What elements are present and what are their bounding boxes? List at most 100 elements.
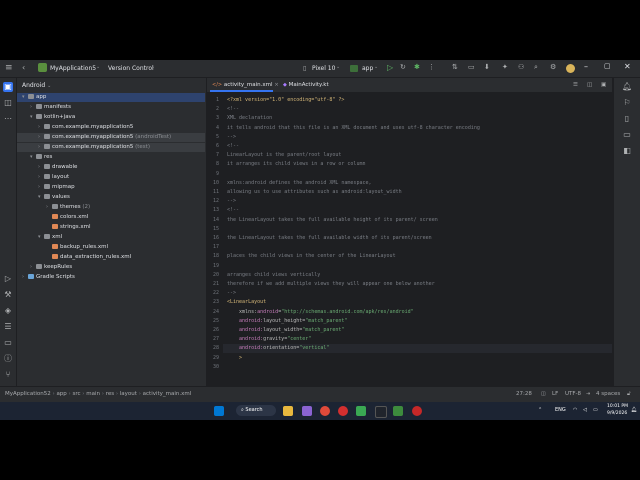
- close-tab-icon[interactable]: ×: [274, 82, 279, 88]
- settings-icon[interactable]: ⚙: [550, 63, 556, 71]
- breadcrumb-item[interactable]: app: [56, 391, 66, 397]
- code-line[interactable]: XML declaration: [227, 115, 272, 121]
- code-line[interactable]: the LinearLayout takes the full availabl…: [227, 235, 432, 241]
- android-studio-icon[interactable]: [393, 406, 403, 416]
- code-line[interactable]: android:layout_width="match_parent": [227, 327, 344, 333]
- main-menu-icon[interactable]: ≡: [5, 63, 13, 73]
- run-icon[interactable]: ▷: [387, 63, 393, 72]
- tray-chevron-icon[interactable]: ⌃: [538, 407, 542, 413]
- back-icon[interactable]: ‹: [22, 63, 25, 72]
- breadcrumb-item[interactable]: layout: [120, 391, 137, 397]
- breadcrumb-item[interactable]: src: [73, 391, 81, 397]
- tree-item[interactable]: › manifests: [17, 103, 205, 112]
- project-name[interactable]: MyApplication5: [50, 65, 96, 72]
- code-line[interactable]: the LinearLayout takes the full availabl…: [227, 217, 438, 223]
- device-manager-icon[interactable]: ▯: [622, 114, 632, 124]
- code-line[interactable]: <!--: [227, 143, 239, 149]
- run-tool-icon[interactable]: ▷: [3, 274, 13, 284]
- caret-position[interactable]: 27:28: [516, 391, 532, 397]
- code-line[interactable]: <!--: [227, 106, 239, 112]
- code-line[interactable]: xmlns:android="http://schemas.android.co…: [227, 309, 414, 315]
- code-view-icon[interactable]: ☰: [573, 82, 578, 88]
- project-tool-icon[interactable]: ▣: [3, 82, 13, 92]
- split-view-icon[interactable]: ◫: [587, 82, 592, 88]
- file-explorer-icon[interactable]: [283, 406, 293, 416]
- device-manager-icon[interactable]: ▭: [468, 63, 475, 71]
- tree-item[interactable]: › com.example.myapplication5 (androidTest…: [17, 133, 205, 142]
- logcat-icon[interactable]: ☰: [3, 322, 13, 332]
- code-line[interactable]: >: [227, 355, 242, 361]
- code-line[interactable]: allowing us to use attributes such as an…: [227, 189, 402, 195]
- close-icon[interactable]: ✕: [624, 62, 631, 71]
- indent-setting[interactable]: 4 spaces: [596, 391, 620, 397]
- code-line[interactable]: -->: [227, 134, 236, 140]
- battery-icon[interactable]: ▭: [593, 407, 598, 413]
- code-line[interactable]: android:layout_height="match_parent": [227, 318, 347, 324]
- jetbrains-icon[interactable]: [375, 406, 387, 418]
- tree-item[interactable]: › themes (2): [17, 203, 205, 212]
- code-line[interactable]: therefore if we add multiple views they …: [227, 281, 435, 287]
- layout-inspector-icon[interactable]: ◧: [622, 146, 632, 156]
- lock-icon[interactable]: 🔓︎: [627, 391, 631, 398]
- running-devices-icon[interactable]: ▭: [622, 130, 632, 140]
- tree-item[interactable]: ▾ xml: [17, 233, 205, 242]
- tree-item[interactable]: strings.xml: [17, 223, 205, 232]
- code-line[interactable]: <LinearLayout: [227, 299, 266, 305]
- tree-item[interactable]: › mipmap: [17, 183, 205, 192]
- code-line[interactable]: <!--: [227, 207, 239, 213]
- breadcrumb-item[interactable]: res: [106, 391, 114, 397]
- search-icon[interactable]: ⌕: [534, 63, 538, 72]
- breadcrumb-item[interactable]: MyApplication52: [5, 391, 51, 397]
- volume-icon[interactable]: ◁: [583, 407, 587, 413]
- taskbar-app-icon[interactable]: [356, 406, 366, 416]
- tab-activity-main-xml[interactable]: </> activity_main.xml ×: [212, 82, 279, 88]
- tree-item[interactable]: › keepRules: [17, 263, 205, 272]
- line-separator[interactable]: LF: [552, 391, 558, 397]
- tree-item[interactable]: data_extraction_rules.xml: [17, 253, 205, 262]
- maximize-icon[interactable]: ▢: [604, 62, 611, 70]
- run-config-selector[interactable]: app: [362, 65, 373, 72]
- build-icon[interactable]: ⚒: [3, 290, 13, 300]
- tree-item[interactable]: colors.xml: [17, 213, 205, 222]
- terminal-icon[interactable]: ▭: [3, 338, 13, 348]
- code-line[interactable]: xmlns:android defines the android XML na…: [227, 180, 372, 186]
- breadcrumb-item[interactable]: activity_main.xml: [143, 391, 192, 397]
- wifi-icon[interactable]: ◠: [573, 407, 577, 413]
- more-actions-icon[interactable]: ⋮: [428, 63, 435, 71]
- clock-time[interactable]: 10:01 PM: [607, 404, 628, 409]
- chrome-icon[interactable]: [320, 406, 330, 416]
- notifications-icon[interactable]: 🔔︎: [622, 82, 632, 92]
- version-control-menu[interactable]: Version Control: [108, 65, 154, 72]
- opera-icon[interactable]: [338, 406, 348, 416]
- user-avatar[interactable]: [566, 64, 575, 73]
- resource-manager-icon[interactable]: ◫: [3, 98, 13, 108]
- tab-main-activity-kt[interactable]: ◆ MainActivity.kt: [283, 82, 329, 88]
- tree-item[interactable]: backup_rules.xml: [17, 243, 205, 252]
- file-encoding[interactable]: UTF-8: [565, 391, 581, 397]
- code-line[interactable]: -->: [227, 198, 236, 204]
- code-line[interactable]: android:orientation="vertical": [227, 345, 329, 351]
- version-control-icon[interactable]: ⑂: [3, 370, 13, 380]
- code-line[interactable]: <?xml version="1.0" encoding="utf-8" ?>: [227, 97, 344, 103]
- tree-item[interactable]: › com.example.myapplication5 (test): [17, 143, 205, 152]
- start-icon[interactable]: [214, 406, 224, 416]
- more-tools-icon[interactable]: ⋯: [3, 114, 13, 124]
- clock-date[interactable]: 9/9/2026: [607, 411, 627, 416]
- device-selector[interactable]: Pixel 10: [312, 65, 335, 72]
- language-indicator[interactable]: ENG: [555, 407, 566, 413]
- code-line[interactable]: LinearLayout is the parent/root layout: [227, 152, 341, 158]
- code-line[interactable]: it tells android that this file is an XM…: [227, 125, 480, 131]
- debug-icon[interactable]: ✱: [414, 63, 420, 71]
- notification-bell-icon[interactable]: 🔔︎: [631, 407, 637, 413]
- apply-changes-icon[interactable]: ↻: [400, 63, 406, 71]
- code-line[interactable]: it arranges its child views in a row or …: [227, 161, 365, 167]
- breadcrumb-item[interactable]: main: [86, 391, 100, 397]
- problems-icon[interactable]: ⓘ: [3, 354, 13, 364]
- sdk-manager-icon[interactable]: ⬇: [484, 63, 490, 71]
- tree-item[interactable]: › drawable: [17, 163, 205, 172]
- tree-item[interactable]: ▾ kotlin+java: [17, 113, 205, 122]
- design-view-icon[interactable]: ▣: [601, 82, 606, 88]
- minimize-icon[interactable]: –: [584, 62, 588, 71]
- tree-item[interactable]: › layout: [17, 173, 205, 182]
- code-line[interactable]: android:gravity="center": [227, 336, 311, 342]
